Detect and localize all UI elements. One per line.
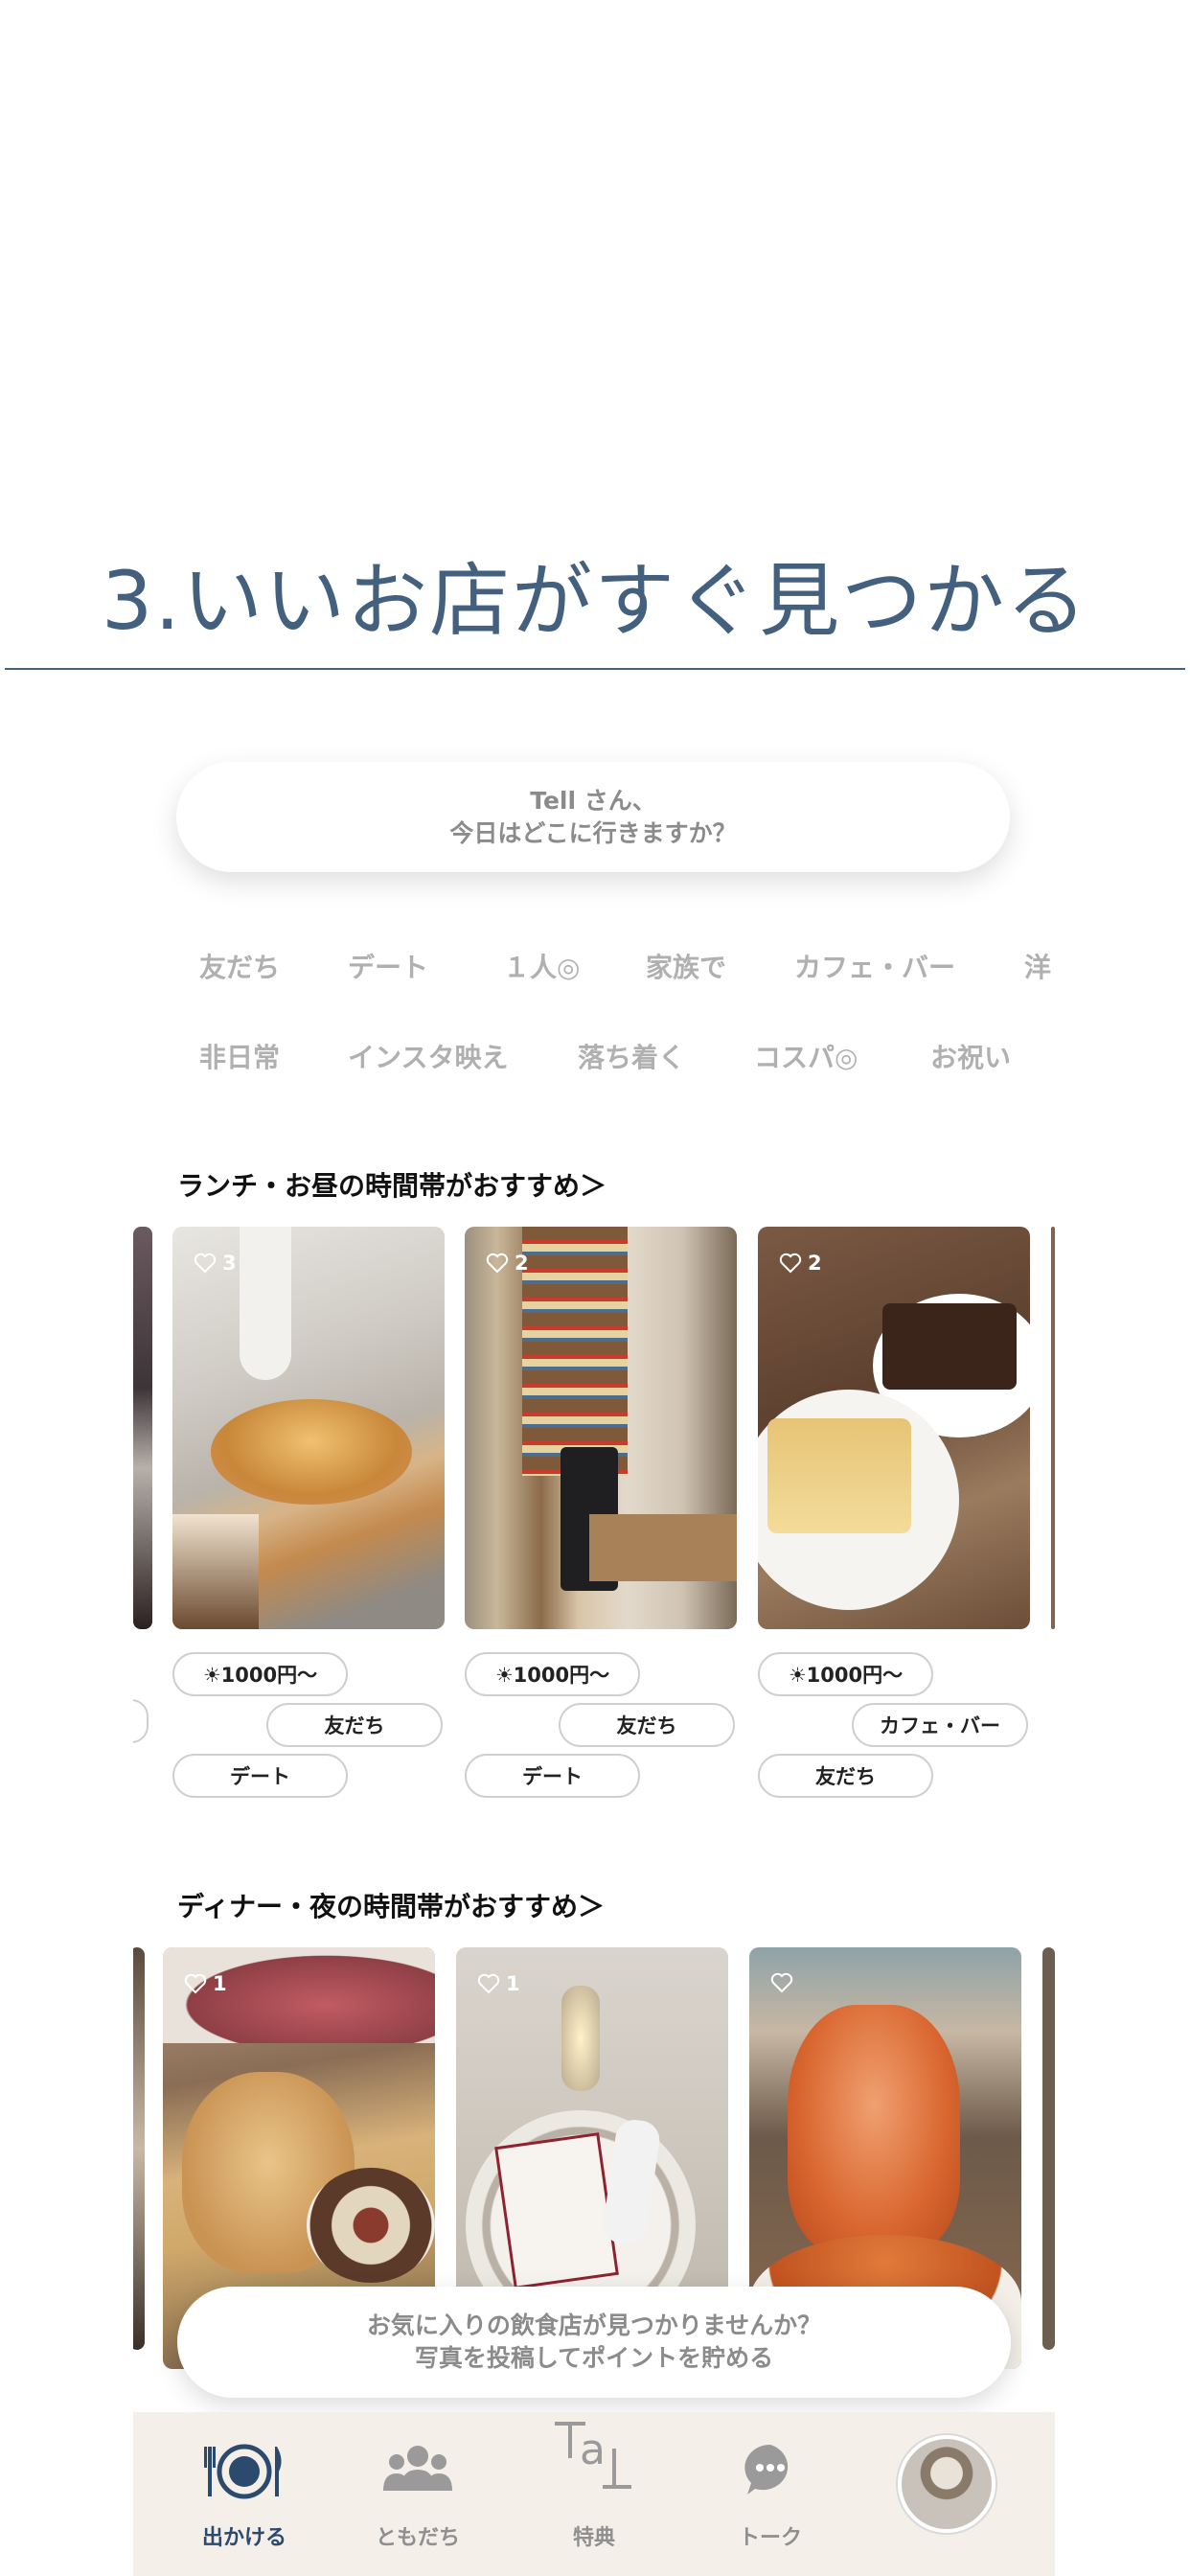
heart-icon bbox=[477, 1973, 500, 1994]
tab-label: トーク bbox=[738, 2526, 802, 2550]
price-tag: ☀1000円〜 bbox=[465, 1652, 640, 1696]
price-tag: ☀1000円〜 bbox=[758, 1652, 933, 1696]
chip-friends[interactable]: 友だち bbox=[199, 947, 348, 985]
beans-bowl-shape bbox=[307, 2168, 435, 2283]
like-count[interactable]: 1 bbox=[477, 1972, 520, 1995]
menu-card-shape bbox=[494, 2132, 619, 2289]
tag-pill: 友だち bbox=[758, 1754, 933, 1798]
like-count[interactable]: 2 bbox=[486, 1252, 529, 1275]
tag-pill: デート bbox=[172, 1754, 348, 1798]
cup-shape bbox=[172, 1514, 259, 1629]
like-count[interactable] bbox=[770, 1972, 799, 1993]
dinner-section-title[interactable]: ディナー・夜の時間帯がおすすめ＞ bbox=[177, 1886, 605, 1924]
heart-icon bbox=[194, 1253, 217, 1274]
tag-pill: デート bbox=[465, 1754, 640, 1798]
bottom-tab-bar: 出かける ともだち a 特典 トーク bbox=[133, 2412, 1055, 2576]
chip-date[interactable]: デート bbox=[348, 947, 503, 985]
like-count[interactable]: 2 bbox=[779, 1252, 822, 1275]
card-peek-right[interactable] bbox=[1051, 1227, 1055, 1629]
chip-special[interactable]: 非日常 bbox=[199, 1037, 348, 1075]
tartare-shape bbox=[163, 1947, 435, 2043]
headline-divider bbox=[5, 668, 1185, 670]
like-count[interactable]: 3 bbox=[194, 1252, 237, 1275]
heart-icon bbox=[184, 1973, 207, 1994]
lunch-card-2[interactable]: 2 bbox=[465, 1227, 737, 1629]
chip-family[interactable]: 家族で bbox=[646, 947, 794, 985]
chip-instagrammable[interactable]: インスタ映え bbox=[348, 1037, 578, 1075]
greeting-line-1: Tell さん、 bbox=[530, 787, 656, 815]
banner-line-2: 写真を投稿してポイントを貯める bbox=[414, 2344, 774, 2372]
greeting-search-bar[interactable]: Tell さん、 今日はどこに行きますか？ bbox=[176, 762, 1010, 872]
tag-pill: 友だち bbox=[559, 1703, 735, 1747]
price-tag: ☀1000円〜 bbox=[172, 1652, 348, 1696]
tag-pill-peek bbox=[133, 1699, 149, 1743]
chip-solo[interactable]: １人◎ bbox=[503, 947, 646, 985]
like-count[interactable]: 1 bbox=[184, 1972, 227, 1995]
card-peek-right[interactable] bbox=[1042, 1947, 1055, 2350]
vase-shape bbox=[240, 1227, 291, 1380]
page-headline: 3.いいお店がすぐ見つかる bbox=[101, 554, 1089, 648]
heart-icon bbox=[770, 1972, 793, 1993]
chip-western[interactable]: 洋 bbox=[1024, 947, 1051, 985]
dessert-shape bbox=[211, 1399, 412, 1505]
app-screen: Tell さん、 今日はどこに行きますか？ 友だち デート １人◎ 家族で カフェ・バー… bbox=[133, 704, 1055, 2576]
greeting-line-2: 今日はどこに行きますか？ bbox=[449, 819, 737, 847]
chocolate-cake-shape bbox=[882, 1303, 1017, 1390]
bookshelf-shape bbox=[522, 1227, 628, 1476]
heart-icon bbox=[779, 1253, 802, 1274]
tag-pill: 友だち bbox=[266, 1703, 443, 1747]
lunch-card-3[interactable]: 2 bbox=[758, 1227, 1030, 1629]
post-photo-banner[interactable]: お気に入りの飲食店が見つかりませんか？ 写真を投稿してポイントを貯める bbox=[177, 2287, 1011, 2398]
friends-icon bbox=[383, 2446, 452, 2491]
candle-shape bbox=[561, 1986, 600, 2091]
banner-line-1: お気に入りの飲食店が見つかりませんか？ bbox=[366, 2312, 822, 2339]
cheese-pull-shape bbox=[788, 2005, 960, 2254]
chip-celebration[interactable]: お祝い bbox=[930, 1037, 1011, 1075]
table-shape bbox=[589, 1514, 737, 1581]
tab-perks[interactable]: a 特典 bbox=[508, 2412, 680, 2576]
svg-text:a: a bbox=[580, 2426, 606, 2474]
chip-cafe-bar[interactable]: カフェ・バー bbox=[794, 947, 1024, 985]
chat-icon bbox=[744, 2444, 789, 2495]
tag-pill: カフェ・バー bbox=[852, 1703, 1028, 1747]
tab-talk[interactable]: トーク bbox=[684, 2412, 857, 2576]
card-peek-left[interactable] bbox=[133, 1227, 152, 1629]
cheesecake-shape bbox=[767, 1418, 911, 1533]
profile-avatar[interactable] bbox=[898, 2435, 995, 2533]
tab-label: 特典 bbox=[572, 2526, 615, 2550]
heart-icon bbox=[486, 1253, 509, 1274]
tag-chips-row-2: 非日常 インスタ映え 落ち着く コスパ◎ お祝い bbox=[199, 1037, 1011, 1075]
lunch-card-1[interactable]: 3 bbox=[172, 1227, 445, 1629]
tag-chips-row-1: 友だち デート １人◎ 家族で カフェ・バー洋 bbox=[199, 947, 1051, 985]
lunch-section-title[interactable]: ランチ・お昼の時間帯がおすすめ＞ bbox=[177, 1165, 606, 1204]
tab-label: ともだち bbox=[375, 2526, 460, 2550]
tab-friends[interactable]: ともだち bbox=[332, 2412, 504, 2576]
perks-icon: a bbox=[555, 2422, 631, 2489]
tab-outing[interactable]: 出かける bbox=[158, 2412, 331, 2576]
chip-calm[interactable]: 落ち着く bbox=[578, 1037, 754, 1075]
tab-label: 出かける bbox=[201, 2526, 286, 2550]
card-peek-left[interactable] bbox=[133, 1947, 145, 2350]
chip-value[interactable]: コスパ◎ bbox=[754, 1037, 930, 1075]
dining-icon bbox=[204, 2444, 282, 2499]
